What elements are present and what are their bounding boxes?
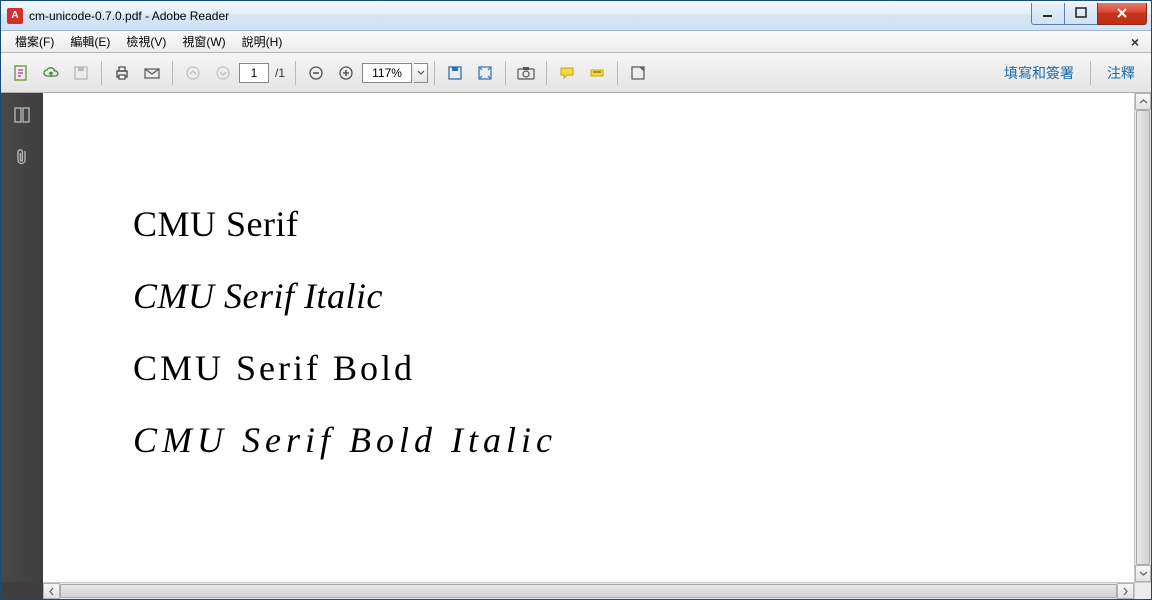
- navigation-sidebar: [1, 93, 43, 582]
- scroll-down-icon[interactable]: [1135, 565, 1151, 582]
- menu-file[interactable]: 檔案(F): [7, 31, 62, 52]
- comment-bubble-icon[interactable]: [553, 59, 581, 87]
- attachments-panel-icon[interactable]: [8, 143, 36, 171]
- page-up-icon: [179, 59, 207, 87]
- separator: [295, 61, 296, 85]
- content-area: CMU Serif CMU Serif Italic CMU Serif Bol…: [1, 93, 1151, 582]
- vertical-scrollbar[interactable]: [1134, 93, 1151, 582]
- menubar: 檔案(F) 編輯(E) 檢視(V) 視窗(W) 說明(H) ×: [1, 31, 1151, 53]
- thumbnails-panel-icon[interactable]: [8, 101, 36, 129]
- scroll-corner: [1134, 582, 1151, 599]
- close-button[interactable]: [1097, 3, 1147, 25]
- font-sample-serif-bold: CMU Serif Bold: [133, 347, 1134, 389]
- minimize-button[interactable]: [1031, 3, 1065, 25]
- horizontal-scrollbar[interactable]: [43, 582, 1134, 599]
- menu-view[interactable]: 檢視(V): [118, 31, 174, 52]
- maximize-button[interactable]: [1064, 3, 1098, 25]
- highlight-icon[interactable]: [583, 59, 611, 87]
- separator: [1090, 61, 1091, 85]
- fill-and-sign-link[interactable]: 填寫和簽署: [994, 59, 1084, 87]
- app-window: A cm-unicode-0.7.0.pdf - Adobe Reader 檔案…: [0, 0, 1152, 600]
- toolbar: /1 填寫和簽署 注釋: [1, 53, 1151, 93]
- scroll-right-icon[interactable]: [1117, 583, 1134, 599]
- export-pdf-icon[interactable]: [7, 59, 35, 87]
- document-page[interactable]: CMU Serif CMU Serif Italic CMU Serif Bol…: [43, 93, 1134, 582]
- document-close-button[interactable]: ×: [1125, 34, 1145, 50]
- menu-help[interactable]: 說明(H): [234, 31, 291, 52]
- window-title: cm-unicode-0.7.0.pdf - Adobe Reader: [29, 9, 1032, 23]
- separator: [617, 61, 618, 85]
- save-copy-icon[interactable]: [441, 59, 469, 87]
- scroll-up-icon[interactable]: [1135, 93, 1151, 110]
- zoom-dropdown[interactable]: [414, 63, 428, 83]
- scroll-track[interactable]: [1135, 110, 1151, 565]
- scroll-thumb[interactable]: [60, 584, 1117, 598]
- separator: [101, 61, 102, 85]
- page-down-icon: [209, 59, 237, 87]
- separator: [546, 61, 547, 85]
- window-buttons: [1032, 3, 1151, 25]
- separator: [434, 61, 435, 85]
- bottom-scroll-row: [1, 582, 1151, 599]
- zoom-out-icon[interactable]: [302, 59, 330, 87]
- titlebar: A cm-unicode-0.7.0.pdf - Adobe Reader: [1, 1, 1151, 31]
- menu-window[interactable]: 視窗(W): [174, 31, 233, 52]
- scroll-left-icon[interactable]: [43, 583, 60, 599]
- fit-page-icon[interactable]: [471, 59, 499, 87]
- zoom-in-icon[interactable]: [332, 59, 360, 87]
- scroll-thumb[interactable]: [1136, 110, 1150, 565]
- cloud-upload-icon[interactable]: [37, 59, 65, 87]
- separator: [172, 61, 173, 85]
- snapshot-icon[interactable]: [512, 59, 540, 87]
- comment-link[interactable]: 注釋: [1097, 59, 1145, 87]
- menu-edit[interactable]: 編輯(E): [62, 31, 118, 52]
- page-total: /1: [275, 66, 285, 80]
- separator: [505, 61, 506, 85]
- font-sample-serif-italic: CMU Serif Italic: [133, 275, 1134, 317]
- scroll-track[interactable]: [60, 583, 1117, 599]
- print-icon[interactable]: [108, 59, 136, 87]
- app-icon: A: [7, 8, 23, 24]
- font-sample-serif: CMU Serif: [133, 203, 1134, 245]
- read-mode-icon[interactable]: [624, 59, 652, 87]
- font-sample-serif-bold-italic: CMU Serif Bold Italic: [133, 419, 1134, 461]
- zoom-input[interactable]: [362, 63, 412, 83]
- page-number-input[interactable]: [239, 63, 269, 83]
- email-icon[interactable]: [138, 59, 166, 87]
- save-icon: [67, 59, 95, 87]
